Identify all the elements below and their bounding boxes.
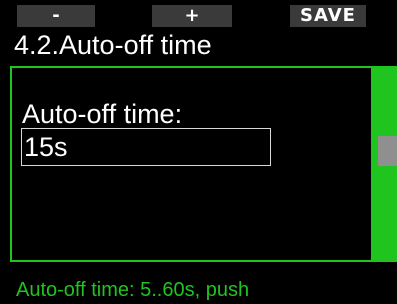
save-button[interactable]: SAVE bbox=[290, 5, 366, 27]
help-text: Auto-off time: 5..60s, push bbox=[16, 279, 250, 301]
softkey-bar: - + SAVE bbox=[0, 0, 397, 28]
setting-panel: Auto-off time: 15s bbox=[10, 66, 373, 262]
auto-off-value-field[interactable]: 15s bbox=[21, 128, 271, 166]
setting-label: Auto-off time: bbox=[22, 99, 183, 129]
setting-value: 15s bbox=[24, 132, 68, 162]
decrease-button[interactable]: - bbox=[17, 5, 95, 27]
increase-button[interactable]: + bbox=[152, 5, 232, 27]
scrollbar[interactable] bbox=[373, 66, 397, 262]
scrollbar-thumb[interactable] bbox=[378, 136, 397, 166]
page-title: 4.2.Auto-off time bbox=[14, 30, 212, 60]
